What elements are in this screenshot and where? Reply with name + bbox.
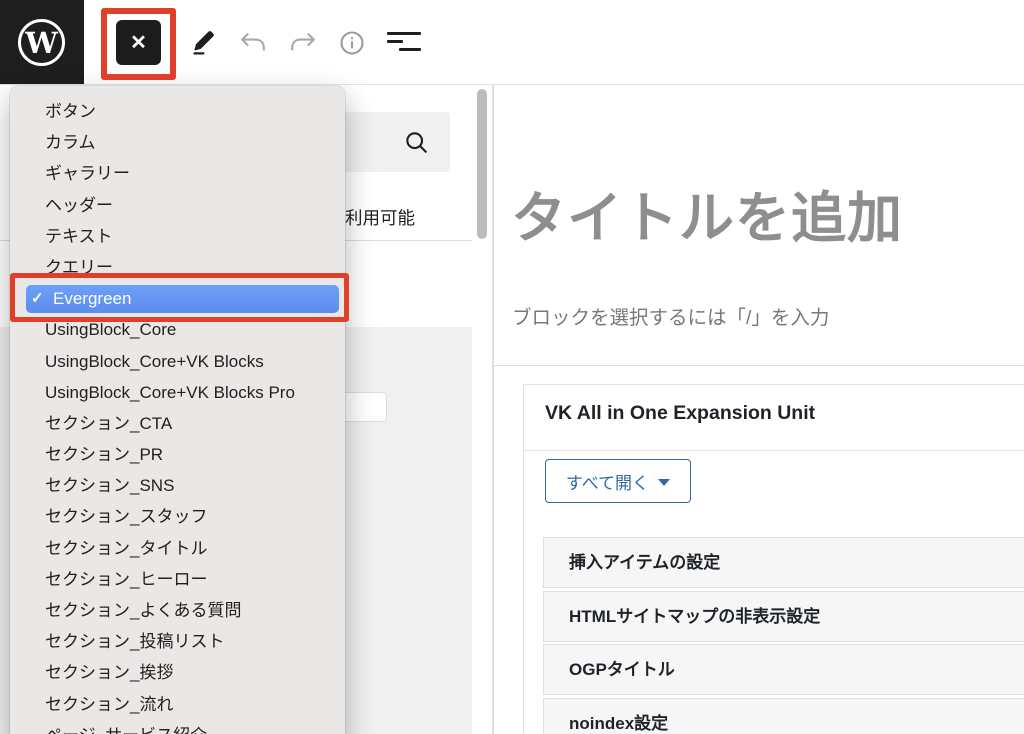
menu-item-label: セクション_CTA [45,414,172,433]
menu-item-label: セクション_SNS [45,476,174,495]
content-divider [494,365,1024,366]
menu-item[interactable]: カラム [10,127,345,158]
details-button[interactable] [338,28,368,58]
panel-title: VK All in One Expansion Unit [545,402,815,425]
menu-item-label: UsingBlock_Core+VK Blocks Pro [45,383,295,402]
menu-item-label: UsingBlock_Core [45,320,176,339]
info-icon [338,29,368,57]
accordion-header[interactable]: HTMLサイトマップの非表示設定 [543,591,1024,642]
menu-item-label: セクション_よくある質問 [45,601,241,620]
menu-item-label: セクション_ヒーロー [45,570,207,589]
menu-item[interactable]: セクション_スタッフ [10,501,345,532]
menu-item-label: セクション_流れ [45,695,173,714]
menu-item-label: セクション_スタッフ [45,507,207,526]
menu-item[interactable]: UsingBlock_Core+VK Blocks [10,346,345,377]
menu-item[interactable]: クエリー [10,252,345,283]
menu-item[interactable]: テキスト [10,221,345,252]
undo-icon [238,30,270,54]
open-all-button[interactable]: すべて開く [545,459,691,503]
undo-button[interactable] [238,29,270,55]
menu-item-label: セクション_挨拶 [45,663,173,682]
menu-item[interactable]: セクション_ヒーロー [10,564,345,595]
menu-item[interactable]: UsingBlock_Core+VK Blocks Pro [10,377,345,408]
accordion-header[interactable]: OGPタイトル [543,644,1024,695]
editor-canvas: タイトルを追加 ブロックを選択するには「/」を入力 VK All in One … [493,85,1024,734]
menu-item[interactable]: セクション_投稿リスト [10,626,345,657]
search-icon [403,129,431,157]
wordpress-logo-button[interactable]: W [0,0,84,84]
menu-item-label: テキスト [45,227,113,246]
accordion-label: 挿入アイテムの設定 [569,553,720,572]
menu-item[interactable]: ヘッダー [10,190,345,221]
menu-item[interactable]: UsingBlock_Core [10,314,345,345]
list-view-icon [387,32,421,54]
wordpress-block-editor: W ✕ [0,0,1024,734]
menu-item-label: Evergreen [53,285,131,313]
patterns-available-label: 利用可能 [345,205,415,230]
menu-item[interactable]: ギャラリー [10,158,345,189]
menu-item-label: ヘッダー [45,196,113,215]
menu-item[interactable]: セクション_流れ [10,689,345,720]
check-icon: ✓ [31,285,53,313]
menu-item-label: クエリー [45,258,113,277]
menu-item-label: セクション_投稿リスト [45,632,224,651]
menu-item[interactable]: セクション_PR [10,439,345,470]
chevron-down-icon [658,479,670,486]
menu-item-label: UsingBlock_Core+VK Blocks [45,352,264,371]
close-inserter-button[interactable]: ✕ [116,20,161,65]
close-icon: ✕ [130,30,147,55]
menu-item[interactable]: セクション_よくある質問 [10,595,345,626]
menu-item-label: カラム [45,133,96,152]
open-all-label: すべて開く [566,469,649,494]
wordpress-logo-icon: W [18,19,65,66]
dropdown-list: ボタン カラム ギャラリー ヘッダー [10,86,345,734]
menu-item-label: セクション_タイトル [45,539,207,558]
pattern-category-dropdown: ボタン カラム ギャラリー ヘッダー [10,86,345,734]
block-appender-hint[interactable]: ブロックを選択するには「/」を入力 [512,301,829,330]
menu-item[interactable]: ボタン [10,96,345,127]
sidebar-scrollbar[interactable] [477,89,487,239]
menu-item[interactable]: ✓ Evergreen [26,285,339,313]
accordion-header[interactable]: noindex設定 [543,698,1024,734]
menu-item[interactable]: セクション_CTA [10,408,345,439]
vk-expansion-panel: VK All in One Expansion Unit すべて開く 挿入アイテ… [523,384,1024,734]
pattern-preview-card [338,392,387,422]
menu-item-label: セクション_PR [45,445,163,464]
accordion-header[interactable]: 挿入アイテムの設定 [543,537,1024,588]
menu-item[interactable]: セクション_挨拶 [10,657,345,688]
accordion-label: noindex設定 [569,714,668,733]
menu-item[interactable]: セクション_SNS [10,470,345,501]
menu-item-label: ギャラリー [45,164,130,183]
menu-item[interactable]: セクション_タイトル [10,533,345,564]
menu-item-label: ページ_サービス紹介 [45,726,207,734]
menu-item-label: ボタン [45,102,96,121]
post-title-input[interactable]: タイトルを追加 [511,173,903,253]
pencil-icon [188,27,220,57]
menu-item[interactable]: ページ_サービス紹介 [10,720,345,734]
list-view-button[interactable] [387,31,423,55]
panel-header-divider [524,450,1024,451]
edit-mode-button[interactable] [188,26,220,58]
accordion-label: HTMLサイトマップの非表示設定 [569,607,820,626]
redo-icon [288,30,320,54]
accordion-label: OGPタイトル [569,660,675,679]
redo-button[interactable] [288,29,320,55]
editor-toolbar: W ✕ [0,0,1024,85]
